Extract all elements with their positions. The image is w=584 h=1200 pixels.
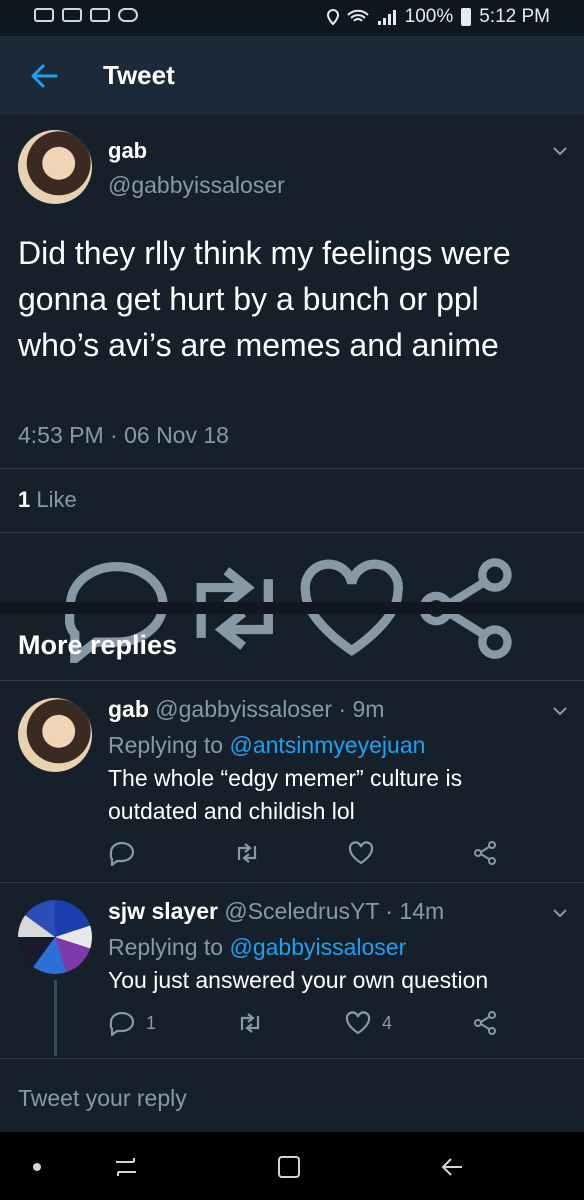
page-title: Tweet bbox=[103, 60, 175, 90]
share-icon[interactable] bbox=[472, 1010, 500, 1036]
chevron-down-icon[interactable] bbox=[552, 146, 568, 156]
top-bar: Tweet bbox=[0, 36, 584, 114]
share-icon[interactable] bbox=[472, 840, 500, 866]
reply-author-handle[interactable]: @SceledrusYT bbox=[224, 898, 379, 924]
reply-header: gab @gabbyissaloser · 9m bbox=[108, 696, 384, 723]
reply-actions bbox=[108, 840, 500, 866]
reply-text: The whole “edgy memer” culture is outdat… bbox=[108, 765, 463, 824]
clock: 5:12 PM bbox=[479, 6, 550, 27]
wifi-icon bbox=[346, 9, 369, 22]
like-count: 4 bbox=[381, 1012, 392, 1033]
thread-line bbox=[54, 980, 57, 1056]
chat-icon bbox=[62, 8, 82, 22]
retweet-icon[interactable] bbox=[236, 1010, 264, 1036]
reply-author-name[interactable]: gab bbox=[108, 696, 149, 722]
heart-icon[interactable] bbox=[344, 1010, 372, 1036]
reply-age: · 14m bbox=[385, 898, 445, 924]
status-bar: 100% 5:12 PM bbox=[0, 0, 584, 36]
reply-composer[interactable]: Tweet your reply bbox=[0, 1058, 584, 1132]
reply-text: You just answered your own question bbox=[108, 967, 489, 993]
avatar[interactable] bbox=[18, 900, 92, 974]
reply-icon[interactable] bbox=[108, 1010, 136, 1036]
divider bbox=[0, 532, 584, 533]
reply-age: · 9m bbox=[338, 696, 385, 722]
section-separator bbox=[0, 602, 584, 614]
replying-to: Replying to @antsinmyeyejuan bbox=[108, 732, 425, 759]
recents-icon[interactable] bbox=[112, 1154, 140, 1178]
arrow-left-icon[interactable] bbox=[28, 60, 60, 92]
author-handle[interactable]: @gabbyissaloser bbox=[108, 172, 285, 199]
battery-percent: 100% bbox=[404, 6, 454, 27]
home-dot-icon[interactable] bbox=[32, 1162, 42, 1172]
heart-icon[interactable] bbox=[347, 840, 375, 866]
signal-icon bbox=[377, 10, 396, 25]
avatar[interactable] bbox=[18, 130, 92, 204]
author-name[interactable]: gab bbox=[108, 138, 147, 164]
reply-header: sjw slayer @SceledrusYT · 14m bbox=[108, 898, 444, 925]
replying-to: Replying to @gabbyissaloser bbox=[108, 934, 406, 961]
chat-icon bbox=[34, 8, 54, 22]
chat-icon bbox=[90, 8, 110, 22]
retweet-icon[interactable] bbox=[233, 840, 261, 866]
home-icon[interactable] bbox=[276, 1154, 302, 1180]
likes-stat[interactable]: 1 Like bbox=[18, 487, 77, 513]
reply-count: 1 bbox=[146, 1012, 157, 1033]
more-replies-heading: More replies bbox=[18, 630, 178, 660]
replying-to-label: Replying to bbox=[108, 934, 224, 960]
reply-author-handle[interactable]: @gabbyissaloser bbox=[155, 696, 332, 722]
reply-author-name[interactable]: sjw slayer bbox=[108, 898, 218, 924]
location-icon bbox=[326, 9, 339, 25]
tweet-timestamp: 4:53 PM · 06 Nov 18 bbox=[18, 422, 229, 448]
divider bbox=[0, 468, 584, 469]
tweet-text: Did they rlly think my feelings were gon… bbox=[18, 235, 511, 363]
avatar[interactable] bbox=[18, 698, 92, 772]
battery-icon bbox=[461, 8, 472, 26]
likes-count: 1 bbox=[18, 487, 31, 512]
divider bbox=[0, 680, 584, 681]
chevron-down-icon[interactable] bbox=[552, 706, 568, 716]
replying-to-link[interactable]: @antsinmyeyejuan bbox=[229, 732, 425, 758]
replying-to-link[interactable]: @gabbyissaloser bbox=[229, 934, 406, 960]
back-icon[interactable] bbox=[438, 1154, 466, 1180]
divider bbox=[0, 882, 584, 883]
likes-label: Like bbox=[36, 487, 77, 512]
reply-input-placeholder[interactable]: Tweet your reply bbox=[18, 1085, 187, 1112]
voicemail-icon bbox=[118, 8, 138, 22]
chevron-down-icon[interactable] bbox=[552, 908, 568, 918]
reply-icon[interactable] bbox=[108, 840, 136, 866]
reply-actions: 1 4 bbox=[108, 1010, 500, 1036]
system-nav-bar bbox=[0, 1132, 584, 1200]
replying-to-label: Replying to bbox=[108, 732, 224, 758]
